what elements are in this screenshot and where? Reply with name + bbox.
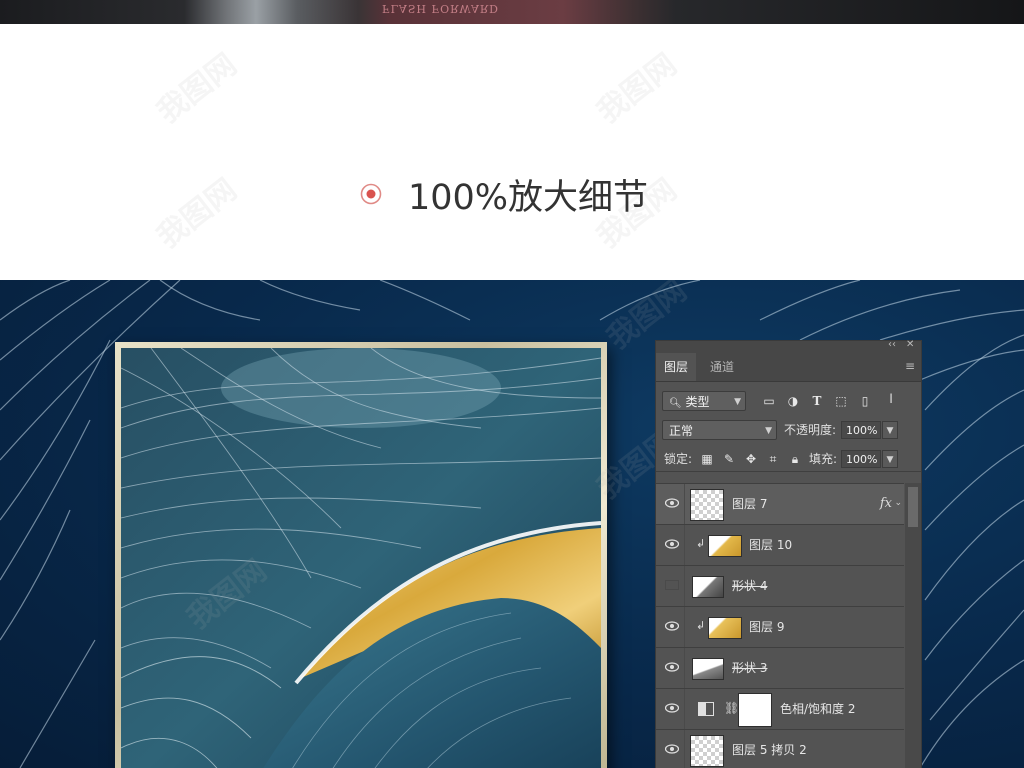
- watermark: 我图网: [150, 47, 244, 131]
- divider: [684, 607, 685, 648]
- filter-toggle-icon[interactable]: ⏽: [884, 392, 898, 406]
- chevron-down-icon: ▼: [765, 426, 772, 436]
- shape-thumbnail-icon: [692, 658, 724, 680]
- blend-row: 正常 ▼ 不透明度: 100% ▼: [656, 420, 921, 442]
- fill-input[interactable]: 100%: [841, 450, 881, 468]
- section-heading: 100%放大细节: [360, 174, 648, 218]
- divider: [684, 648, 685, 689]
- visibility-eye-icon[interactable]: [665, 744, 679, 754]
- painting-artwork: [121, 348, 601, 768]
- layer-name[interactable]: 图层 5 拷贝 2: [732, 730, 807, 768]
- panel-tabs: 图层 通道 ≡: [656, 353, 921, 382]
- adjustment-filter-icon[interactable]: ◑: [786, 394, 800, 408]
- watermark: 我图网: [150, 172, 244, 256]
- top-photo-strip: FLASH FORWARD: [0, 0, 1024, 24]
- scrollbar-thumb[interactable]: [908, 487, 918, 527]
- image-filter-icon[interactable]: ▭: [762, 394, 776, 408]
- opacity-dropdown-button[interactable]: ▼: [882, 421, 898, 439]
- collapse-panel-icon[interactable]: ‹‹: [888, 339, 896, 350]
- visibility-eye-icon[interactable]: [665, 621, 679, 631]
- painting-canvas: [121, 348, 601, 768]
- layer-mask-thumbnail: [738, 693, 772, 727]
- tab-channels[interactable]: 通道: [702, 353, 742, 381]
- visibility-eye-icon[interactable]: [665, 662, 679, 672]
- layer-name[interactable]: 图层 10: [749, 525, 792, 566]
- layer-row[interactable]: 图层 5 拷贝 2: [656, 729, 904, 768]
- layer-row[interactable]: 图层 7 fx ⌄: [656, 483, 904, 525]
- lock-position-icon[interactable]: ✥: [744, 452, 758, 466]
- clipping-mask-arrow-icon: ↲: [696, 537, 706, 550]
- lock-row: 锁定: ▦ ✎ ✥ ⌗ 🔒︎ 填充: 100% ▼: [656, 449, 921, 472]
- divider: [684, 730, 685, 768]
- filter-kind-select[interactable]: 🔍︎ 类型 ▼: [662, 391, 746, 411]
- opacity-label: 不透明度:: [784, 423, 837, 437]
- divider: [684, 484, 685, 525]
- layer-name[interactable]: 图层 7: [732, 484, 767, 525]
- watermark: 我图网: [590, 47, 684, 131]
- close-icon[interactable]: ✕: [906, 339, 914, 350]
- lock-paint-icon[interactable]: ✎: [722, 452, 736, 466]
- painting-frame: [115, 342, 607, 768]
- filter-row: 🔍︎ 类型 ▼ ▭ ◑ T ⬚ ▯ ⏽: [656, 391, 921, 415]
- photoshop-layers-panel: ‹‹ ✕ 图层 通道 ≡ 🔍︎ 类型 ▼ ▭ ◑ T ⬚ ▯ ⏽ 正常 ▼ 不透…: [655, 339, 922, 768]
- layer-thumbnail: [708, 617, 742, 639]
- panel-menu-icon[interactable]: ≡: [905, 359, 915, 373]
- shape-thumbnail-icon: [692, 576, 724, 598]
- filter-kind-label: 类型: [685, 395, 710, 409]
- layer-thumbnail: [690, 489, 724, 521]
- panel-title-bar[interactable]: ‹‹ ✕: [656, 339, 921, 353]
- layer-row[interactable]: 形状 3: [656, 647, 904, 689]
- target-icon: [360, 183, 382, 205]
- tab-layers[interactable]: 图层: [656, 353, 697, 381]
- search-icon: 🔍︎: [669, 398, 682, 409]
- layer-name[interactable]: 色相/饱和度 2: [780, 689, 856, 730]
- layer-name[interactable]: 形状 4: [732, 566, 767, 607]
- smart-object-filter-icon[interactable]: ▯: [858, 394, 872, 408]
- divider: [684, 689, 685, 730]
- clipping-mask-arrow-icon: ↲: [696, 619, 706, 632]
- chevron-down-icon: ▼: [734, 397, 741, 407]
- layer-row[interactable]: ⛓ 色相/饱和度 2: [656, 688, 904, 730]
- blend-mode-select[interactable]: 正常 ▼: [662, 420, 777, 440]
- lock-artboard-icon[interactable]: ⌗: [766, 452, 780, 466]
- layer-thumbnail: [708, 535, 742, 557]
- lock-all-icon[interactable]: 🔒︎: [788, 452, 802, 466]
- fill-label: 填充:: [809, 452, 838, 466]
- book-cover-text: FLASH FORWARD: [382, 2, 500, 15]
- divider: [684, 566, 685, 607]
- fill-dropdown-button[interactable]: ▼: [882, 450, 898, 468]
- layer-name[interactable]: 形状 3: [732, 648, 767, 689]
- title-section: 我图网 我图网 我图网 我图网 100%放大细节: [0, 24, 1024, 280]
- layer-row[interactable]: 形状 4: [656, 565, 904, 607]
- layer-effects-icon[interactable]: fx: [880, 496, 892, 511]
- layer-list: 图层 7 fx ⌄ ↲ 图层 10 形状 4 ↲ 图层 9 形状 3 ⛓ 色相/…: [656, 483, 904, 768]
- visibility-eye-icon[interactable]: [665, 539, 679, 549]
- blend-mode-value: 正常: [669, 424, 694, 438]
- visibility-eye-icon[interactable]: [665, 498, 679, 508]
- visibility-toggle-empty[interactable]: [665, 580, 679, 590]
- layer-thumbnail: [690, 735, 724, 767]
- chevron-down-icon[interactable]: ⌄: [894, 498, 902, 508]
- adjustment-layer-icon: [698, 702, 714, 716]
- type-filter-icon[interactable]: T: [810, 394, 824, 408]
- lock-transparent-icon[interactable]: ▦: [700, 452, 714, 466]
- layer-row[interactable]: ↲ 图层 10: [656, 524, 904, 566]
- chain-link-icon[interactable]: ⛓: [724, 701, 739, 715]
- lock-label: 锁定:: [664, 452, 693, 466]
- layer-list-scrollbar[interactable]: [905, 483, 921, 768]
- opacity-input[interactable]: 100%: [841, 421, 881, 439]
- divider: [684, 525, 685, 566]
- artwork-preview: 我图网 我图网 我图网 ‹‹ ✕ 图层 通道 ≡ 🔍︎ 类型 ▼ ▭ ◑ T ⬚…: [0, 280, 1024, 768]
- layer-name[interactable]: 图层 9: [749, 607, 784, 648]
- layer-row[interactable]: ↲ 图层 9: [656, 606, 904, 648]
- visibility-eye-icon[interactable]: [665, 703, 679, 713]
- shape-filter-icon[interactable]: ⬚: [834, 394, 848, 408]
- section-title: 100%放大细节: [408, 177, 649, 218]
